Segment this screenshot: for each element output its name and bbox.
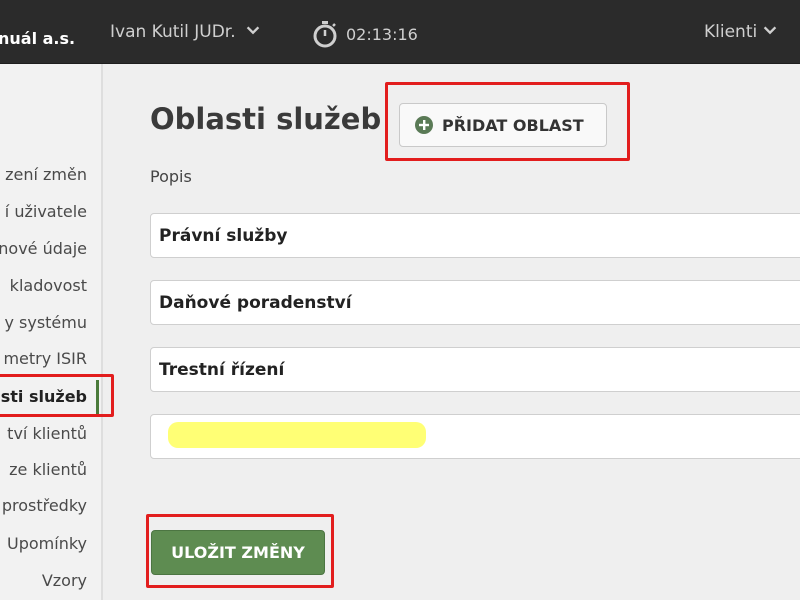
timer-value: 02:13:16 — [346, 24, 418, 44]
user-menu[interactable]: Ivan Kutil JUDr. — [110, 0, 262, 63]
sidebar-item-change-log[interactable]: zení změn — [5, 157, 87, 193]
clients-menu-label: Klienti — [704, 21, 758, 42]
chevron-down-icon — [763, 25, 777, 34]
sidebar-item-costs[interactable]: kladovost — [10, 268, 87, 304]
timer[interactable]: 02:13:16 — [312, 14, 418, 54]
service-area-field-1[interactable] — [150, 213, 800, 258]
top-bar: nuál a.s. Ivan Kutil JUDr. 02:13:16 Klie… — [0, 0, 800, 64]
service-area-field-4[interactable] — [150, 414, 800, 459]
add-area-button[interactable]: PŘIDAT OBLAST — [399, 103, 607, 147]
sidebar-item-system[interactable]: y systému — [4, 305, 87, 341]
save-changes-button[interactable]: ULOŽIT ZMĚNY — [151, 530, 325, 575]
service-area-field-2[interactable] — [150, 280, 800, 325]
sidebar-item-templates[interactable]: Vzory — [42, 563, 87, 599]
sidebar-item-company-data[interactable]: nové údaje — [0, 231, 87, 267]
sidebar-item-reminders[interactable]: Upomínky — [7, 526, 87, 562]
sidebar-item-resources[interactable]: prostředky — [2, 488, 87, 524]
active-indicator — [96, 380, 99, 414]
plus-circle-icon — [415, 116, 433, 134]
sidebar-item-client-analysis[interactable]: ze klientů — [9, 452, 87, 488]
sidebar-item-isir[interactable]: metry ISIR — [3, 341, 87, 377]
page-title: Oblasti služeb — [150, 102, 382, 136]
description-label: Popis — [150, 167, 192, 186]
service-area-field-3[interactable] — [150, 347, 800, 392]
sidebar-item-client-management[interactable]: tví klientů — [7, 416, 87, 452]
sidebar-item-service-areas[interactable]: sti služeb — [1, 379, 87, 415]
clients-menu[interactable]: Klienti — [704, 0, 779, 63]
stopwatch-icon — [313, 21, 337, 48]
sidebar: zení změn í uživatele nové údaje kladovo… — [0, 64, 103, 600]
chevron-down-icon — [246, 25, 259, 34]
sidebar-item-users[interactable]: í uživatele — [5, 194, 87, 230]
add-area-label: PŘIDAT OBLAST — [442, 115, 584, 135]
company-name: nuál a.s. — [0, 29, 76, 48]
user-name: Ivan Kutil JUDr. — [110, 21, 236, 42]
